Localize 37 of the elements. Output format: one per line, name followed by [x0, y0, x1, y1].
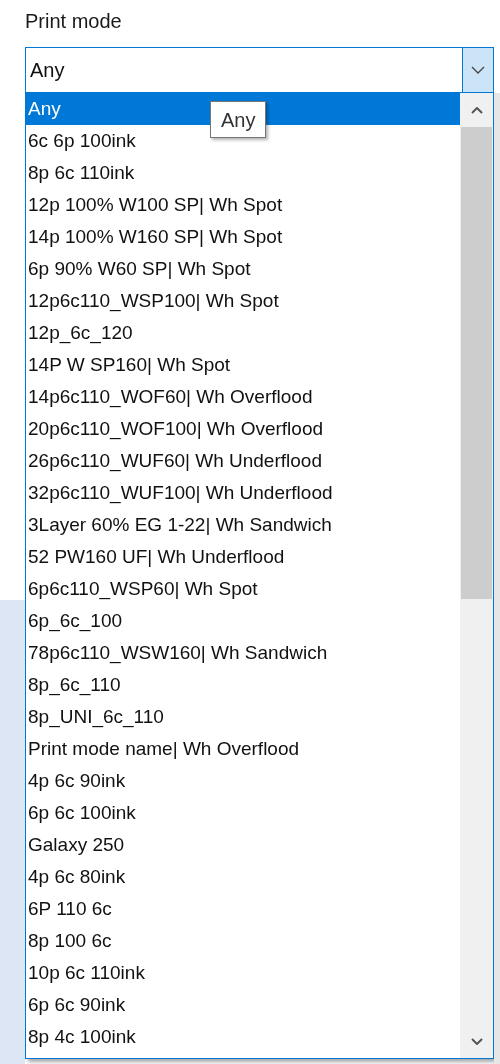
list-item[interactable]: 10p 6c 110ink	[26, 957, 460, 989]
list-item[interactable]: 8p_6c_110	[26, 669, 460, 701]
list-item[interactable]: Galaxy 250	[26, 829, 460, 861]
list-item[interactable]: 20p6c110_WOF100| Wh Overflood	[26, 413, 460, 445]
list-item[interactable]: 14p6c110_WOF60| Wh Overflood	[26, 381, 460, 413]
list-item[interactable]: 78p6c110_WSW160| Wh Sandwich	[26, 637, 460, 669]
list-item[interactable]: 12p6c110_WSP100| Wh Spot	[26, 285, 460, 317]
list-item[interactable]: 12p_6c_120	[26, 317, 460, 349]
list-item[interactable]: Print mode name| Wh Overflood	[26, 733, 460, 765]
list-item[interactable]: 6p 90% W60 SP| Wh Spot	[26, 253, 460, 285]
list-item[interactable]: 4p 6c 90ink	[26, 765, 460, 797]
list-item[interactable]: 4p 6c 80ink	[26, 861, 460, 893]
list-item[interactable]: 14p 100% W160 SP| Wh Spot	[26, 221, 460, 253]
list-item[interactable]: 12p 100% W100 SP| Wh Spot	[26, 189, 460, 221]
dropdown-field[interactable]: Any	[25, 47, 494, 93]
list-item[interactable]: 8p 6c 110ink	[26, 157, 460, 189]
chevron-up-icon	[470, 106, 483, 114]
list-item[interactable]: 26p6c110_WUF60| Wh Underflood	[26, 445, 460, 477]
list-item[interactable]: 14P W SP160| Wh Spot	[26, 349, 460, 381]
chevron-down-icon	[471, 66, 485, 74]
list-item[interactable]: 8p 100 6c	[26, 925, 460, 957]
list-item[interactable]: 6p6c110_WSP60| Wh Spot	[26, 573, 460, 605]
list-item[interactable]: 6p 6c 90ink	[26, 989, 460, 1021]
list-item[interactable]: 3Layer 60% EG 1-22| Wh Sandwich	[26, 509, 460, 541]
list-item[interactable]: 8p_UNI_6c_110	[26, 701, 460, 733]
list-item[interactable]: 32p6c110_WUF100| Wh Underflood	[26, 477, 460, 509]
field-label: Print mode	[25, 9, 122, 34]
list-item[interactable]: 6p_6c_100	[26, 605, 460, 637]
list-item[interactable]: 8p 4c 100ink	[26, 1021, 460, 1053]
list-item[interactable]: 52 PW160 UF| Wh Underflood	[26, 541, 460, 573]
scrollbar[interactable]	[460, 93, 493, 1058]
dropdown-button[interactable]	[462, 48, 493, 92]
list-item[interactable]: 6p 6c 100ink	[26, 797, 460, 829]
scrollbar-thumb[interactable]	[461, 127, 492, 599]
chevron-down-icon	[470, 1037, 483, 1045]
list-item[interactable]: 6P 110 6c	[26, 893, 460, 925]
tooltip: Any	[210, 101, 267, 138]
